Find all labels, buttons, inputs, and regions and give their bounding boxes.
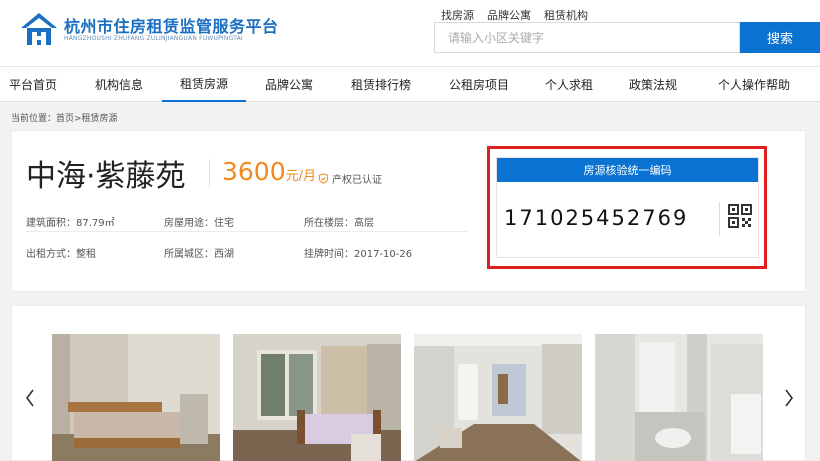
nav-item-public-housing[interactable]: 公租房项目 bbox=[434, 67, 524, 102]
attr-listing-date: 挂牌时间：2017-10-26 bbox=[304, 249, 413, 260]
shield-check-icon bbox=[318, 173, 329, 184]
top-links: 找房源 品牌公寓 租赁机构 bbox=[441, 7, 601, 23]
qr-code-icon[interactable] bbox=[728, 204, 752, 228]
verified-label: 产权已认证 bbox=[332, 175, 382, 186]
gallery-photo-bedroom-window[interactable] bbox=[233, 334, 401, 461]
code-divider bbox=[719, 202, 720, 236]
attr-floor-level: 所在楼层：高层 bbox=[304, 218, 374, 229]
search-box bbox=[434, 22, 740, 53]
gallery-photo-living-room[interactable] bbox=[414, 334, 582, 461]
chevron-left-icon[interactable] bbox=[23, 387, 37, 409]
verification-code-panel: 房源核验统一编码 171025452769 bbox=[496, 157, 759, 258]
attr-usage: 房屋用途：住宅 bbox=[164, 218, 234, 229]
nav-item-rental-ranking[interactable]: 租赁排行榜 bbox=[336, 67, 426, 102]
logo-title[interactable]: 杭州市住房租赁监管服务平台 bbox=[64, 13, 279, 37]
title-divider bbox=[209, 159, 210, 187]
verification-code-value: 171025452769 bbox=[504, 206, 689, 230]
attr-district: 所属城区：西湖 bbox=[164, 249, 234, 260]
nav-item-brand-apartments[interactable]: 品牌公寓 bbox=[252, 67, 326, 102]
attr-divider bbox=[26, 231, 468, 232]
listing-price: 3600元/月 bbox=[222, 157, 316, 186]
attr-floor-area: 建筑面积：87.79㎡ bbox=[26, 218, 115, 229]
nav-item-home[interactable]: 平台首页 bbox=[0, 67, 66, 102]
nav-item-agency-info[interactable]: 机构信息 bbox=[84, 67, 154, 102]
main-nav: 平台首页 机构信息 租赁房源 品牌公寓 租赁排行榜 公租房项目 个人求租 政策法… bbox=[0, 66, 820, 102]
ownership-verified-badge: 产权已认证 bbox=[318, 171, 382, 186]
top-link-brand-apartment[interactable]: 品牌公寓 bbox=[487, 9, 531, 22]
verification-code-highlight: 房源核验统一编码 171025452769 bbox=[487, 146, 767, 269]
nav-item-policies[interactable]: 政策法规 bbox=[616, 67, 690, 102]
search-button[interactable]: 搜索 bbox=[740, 22, 820, 53]
listing-title: 中海·紫藤苑 bbox=[26, 159, 186, 194]
site-header: 杭州市住房租赁监管服务平台 HANGZHOUSHI ZHUFANG ZULINJ… bbox=[0, 0, 820, 66]
logo-subtitle: HANGZHOUSHI ZHUFANG ZULINJIANGUAN FUWUPI… bbox=[64, 35, 243, 42]
nav-item-help[interactable]: 个人操作帮助 bbox=[702, 67, 806, 102]
nav-item-rental-listings[interactable]: 租赁房源 bbox=[162, 67, 246, 102]
price-value: 3600 bbox=[222, 157, 286, 186]
attr-rental-type: 出租方式：整租 bbox=[26, 249, 96, 260]
house-logo-icon[interactable] bbox=[20, 12, 58, 46]
top-link-find-house[interactable]: 找房源 bbox=[441, 9, 474, 22]
gallery-photo-bathroom[interactable] bbox=[595, 334, 763, 461]
search-input[interactable] bbox=[435, 23, 739, 52]
top-link-rental-agency[interactable]: 租赁机构 bbox=[544, 9, 588, 22]
price-unit: 元/月 bbox=[285, 169, 317, 184]
verification-code-header: 房源核验统一编码 bbox=[497, 158, 758, 182]
breadcrumb: 当前位置：首页>租赁房源 bbox=[11, 114, 118, 124]
chevron-right-icon[interactable] bbox=[782, 387, 796, 409]
gallery-photo-bedroom[interactable] bbox=[52, 334, 220, 461]
nav-item-personal-rent-request[interactable]: 个人求租 bbox=[534, 67, 604, 102]
photo-gallery bbox=[11, 305, 806, 461]
